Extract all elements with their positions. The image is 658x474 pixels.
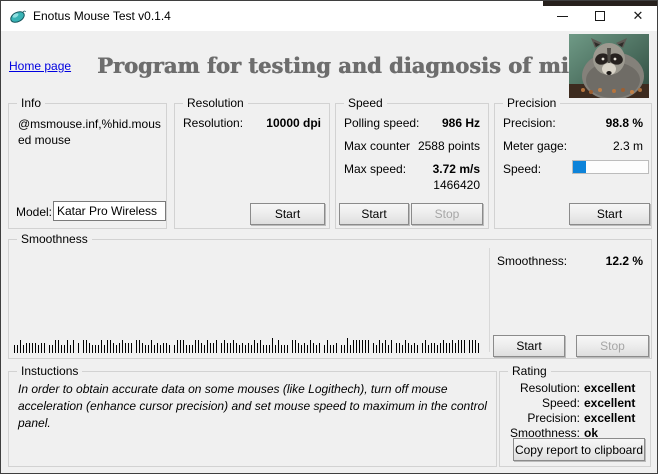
smoothness-start-label: Start: [516, 339, 541, 353]
speed-stop-button[interactable]: Stop: [411, 203, 483, 225]
raccoon-photo: [569, 34, 649, 98]
speed-start-button[interactable]: Start: [339, 203, 409, 225]
rating-precision-label: Precision:: [504, 411, 580, 426]
speed-group: Speed Polling speed: 986 Hz Max counter …: [335, 103, 489, 229]
rating-legend: Rating: [508, 364, 551, 378]
meter-gage-value: 2.3 m: [613, 139, 643, 153]
resolution-start-button[interactable]: Start: [250, 203, 325, 225]
smoothness-group: Smoothness Smoothness: 12.2 % Start Stop: [8, 239, 652, 359]
instructions-group: Instuctions In order to obtain accurate …: [8, 371, 497, 467]
max-counter-value: 2588 points: [418, 139, 480, 153]
copy-report-button[interactable]: Copy report to clipboard: [513, 438, 645, 461]
smoothness-start-button[interactable]: Start: [493, 335, 565, 357]
smoothness-legend: Smoothness: [17, 232, 92, 246]
app-window: Enotus Mouse Test v0.1.4 ✕ Home page Pro…: [0, 0, 658, 474]
smoothness-stop-button[interactable]: Stop: [576, 335, 649, 357]
info-group: Info @msmouse.inf,%hid.moused mouse Mode…: [8, 103, 167, 229]
resolution-label: Resolution:: [183, 116, 243, 130]
polling-speed-value: 986 Hz: [442, 116, 480, 130]
precision-legend: Precision: [503, 96, 560, 110]
instructions-legend: Instuctions: [17, 364, 82, 378]
rating-rows: Resolution: excellent Speed: excellent P…: [504, 381, 646, 441]
precision-group: Precision Precision: 98.8 % Meter gage: …: [494, 103, 652, 229]
smoothness-waveform: [14, 336, 480, 353]
close-icon: ✕: [633, 8, 644, 24]
smoothness-label: Smoothness:: [497, 254, 567, 268]
model-label: Model:: [16, 205, 52, 219]
resolution-group: Resolution Resolution: 10000 dpi Start: [174, 103, 330, 229]
resolution-legend: Resolution: [183, 96, 248, 110]
mouse-app-icon: [9, 8, 26, 25]
minimize-icon: [557, 16, 568, 17]
copy-report-label: Copy report to clipboard: [515, 443, 643, 457]
window-title: Enotus Mouse Test v0.1.4: [33, 9, 171, 23]
precision-label: Precision:: [503, 116, 556, 130]
rating-group: Rating Resolution: excellent Speed: exce…: [499, 371, 651, 467]
rating-speed-value: excellent: [584, 396, 635, 411]
page-title: Program for testing and diagnosis of mic…: [97, 53, 553, 78]
info-legend: Info: [17, 96, 45, 110]
meter-gage-label: Meter gage:: [503, 139, 567, 153]
max-counter-label: Max counter: [344, 139, 410, 153]
speed-legend: Speed: [344, 96, 387, 110]
rating-row-resolution: Resolution: excellent: [504, 381, 646, 396]
max-speed-value: 3.72 m/s: [433, 162, 480, 176]
polling-speed-label: Polling speed:: [344, 116, 419, 130]
max-speed-counter: 1466420: [433, 178, 480, 192]
speed-start-label: Start: [361, 207, 386, 221]
background-strip: [543, 1, 657, 6]
resolution-value: 10000 dpi: [266, 116, 321, 130]
device-info-text: @msmouse.inf,%hid.moused mouse: [18, 116, 162, 148]
precision-start-label: Start: [597, 207, 622, 221]
rating-resolution-value: excellent: [584, 381, 635, 396]
model-input[interactable]: [53, 201, 166, 221]
speed-stop-label: Stop: [435, 207, 460, 221]
precision-speed-label: Speed:: [503, 162, 541, 176]
precision-progress-fill: [573, 161, 586, 173]
rating-resolution-label: Resolution:: [504, 381, 580, 396]
home-page-link[interactable]: Home page: [9, 59, 71, 73]
instructions-text: In order to obtain accurate data on some…: [18, 381, 492, 432]
max-speed-label: Max speed:: [344, 162, 406, 176]
rating-speed-label: Speed:: [504, 396, 580, 411]
precision-value: 98.8 %: [606, 116, 643, 130]
rating-row-precision: Precision: excellent: [504, 411, 646, 426]
rating-row-speed: Speed: excellent: [504, 396, 646, 411]
smoothness-stop-label: Stop: [600, 339, 625, 353]
maximize-icon: [595, 11, 605, 21]
rating-precision-value: excellent: [584, 411, 635, 426]
resolution-start-label: Start: [275, 207, 300, 221]
smoothness-divider: [489, 248, 490, 352]
precision-speed-progressbar: [572, 160, 649, 174]
smoothness-value: 12.2 %: [606, 254, 643, 268]
precision-start-button[interactable]: Start: [569, 203, 650, 225]
